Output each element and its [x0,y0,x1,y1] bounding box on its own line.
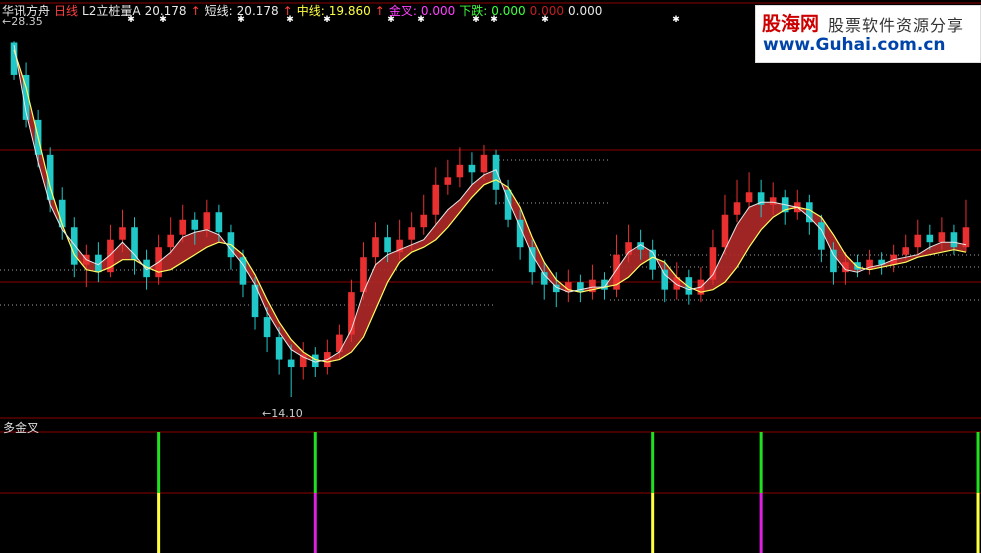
signal-bar-upper [759,432,763,493]
candle-body [902,247,910,255]
signal-bar-lower [157,493,161,553]
candle-body [745,192,753,203]
max-price-label: ←28.35 [2,15,43,28]
candle-body [733,202,741,215]
candle-body [167,234,174,248]
watermark-logo: 股海网 股票软件资源分享 www.Guhai.com.cn [755,5,981,63]
candle-body [456,164,464,178]
logo-tagline: 股票软件资源分享 [828,16,965,35]
signal-bar-lower [313,493,317,553]
candle-body [468,164,476,173]
candle-body [721,214,729,248]
mid-line-label: 中线: [296,4,325,18]
candle-body [818,222,825,250]
min-price-label: ←14.10 [262,407,303,420]
candle-body [203,212,211,230]
sub-panel-title: 多金叉 [3,421,40,435]
candle-body [661,269,669,290]
up-arrow-icon: ↑ [190,4,201,18]
candle-body [830,249,837,273]
candle-body [914,234,922,248]
candle-body [432,184,440,215]
logo-brand: 股海网 [762,13,820,35]
signal-bar-upper [313,432,317,493]
candle-body [191,219,199,230]
star-marker: ✱ [672,15,680,25]
candle-body [384,237,391,253]
extra-value-1: 0.000 [529,4,565,18]
candle-body [179,219,187,235]
candle-body [119,227,126,240]
ma-lines [13,44,967,363]
up-arrow-icon: ↑ [374,4,385,18]
signal-bar-upper [976,432,980,493]
candle-body [769,197,777,205]
mid-line-series [13,49,967,363]
candles-group [10,41,970,398]
candle-body [492,154,500,190]
down-value: 0.000 [491,4,526,18]
candle-body [480,154,488,173]
indicator-value: 20.178 [144,4,187,18]
golden-cross-value: 0.000 [420,4,456,18]
candle-body [336,334,343,353]
candle-body [420,214,428,228]
candle-body [926,234,934,243]
candle-body [215,212,223,233]
signal-bar-upper [651,432,655,493]
short-line-series [13,44,967,363]
extra-value-2: 0.000 [568,4,603,18]
candle-body [263,317,271,338]
candle-body [577,282,584,293]
candle-body [70,227,78,265]
signal-bar-lower [976,493,980,553]
candle-body [854,262,861,270]
signal-bar-lower [651,493,655,553]
candle-body [938,232,946,243]
candle-body [299,354,307,368]
candle-body [287,359,295,368]
period-label[interactable]: 日线 [54,2,78,19]
candle-body [444,177,452,185]
signal-bar-lower [759,493,763,553]
candle-body [372,237,379,258]
golden-cross-label: 金叉: [388,4,417,18]
ribbon-fill [14,44,966,363]
signal-bar-upper [157,432,161,493]
short-line-value: 20.178 [236,4,279,18]
candle-body [408,227,415,240]
candlestick-chart: ✱ ✱ ✱ ✱ ✱ ✱ ✱ ✱ ✱ ✱ ✱ [0,2,981,553]
mid-line-value: 19.860 [328,4,371,18]
down-label: 下跌: [459,4,488,18]
logo-url: www.Guhai.com.cn [763,35,946,55]
up-arrow-icon: ↑ [282,4,293,18]
candle-body [275,337,283,360]
candle-body [528,247,536,273]
candle-body [950,232,958,248]
ma-ribbon [14,44,966,363]
short-line-label: 短线: [204,4,233,18]
indicator-header: 华讯方舟 日线 L2立桩量A 20.178 ↑ 短线: 20.178 ↑ 中线: 1… [2,2,602,19]
indicator-name[interactable]: L2立桩量A [82,2,141,19]
